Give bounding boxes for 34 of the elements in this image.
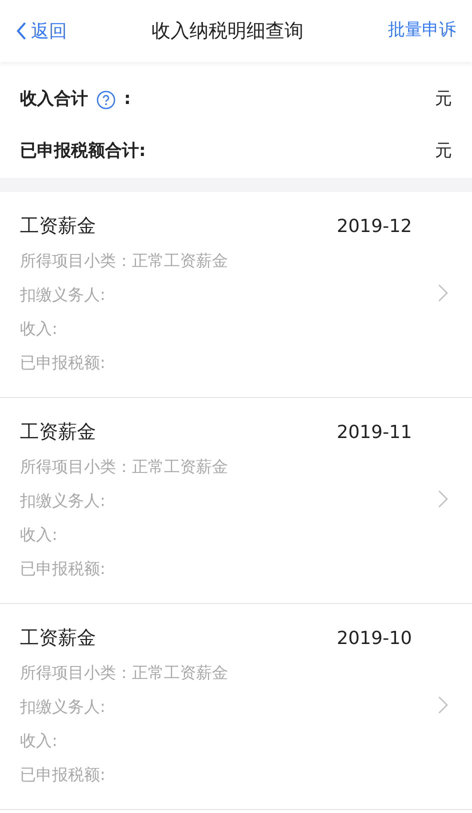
summary-label: 已申报税额合计:	[20, 140, 146, 164]
record-field: 扣缴义务人:	[20, 278, 106, 312]
chevron-right-icon	[438, 490, 448, 508]
record-date: 2019-11	[336, 420, 412, 444]
record-field: 已申报税额:	[20, 758, 106, 792]
currency-unit: 元	[435, 88, 452, 112]
chevron-right-icon	[438, 284, 448, 302]
colon: :	[124, 88, 131, 112]
help-icon[interactable]	[96, 90, 116, 110]
summary-label: 收入合计	[20, 88, 88, 112]
record-field: 扣缴义务人:	[20, 690, 106, 724]
record-field: 收入:	[20, 518, 58, 552]
record-field: 所得项目小类：正常工资薪金	[20, 450, 228, 484]
currency-unit: 元	[435, 140, 452, 164]
record-title: 工资薪金	[20, 420, 96, 445]
record-field: 所得项目小类：正常工资薪金	[20, 656, 228, 690]
batch-appeal-button[interactable]: 批量申诉	[388, 18, 456, 44]
record-field: 扣缴义务人:	[20, 484, 106, 518]
page-title: 收入纳税明细查询	[150, 18, 304, 44]
back-icon	[16, 21, 27, 41]
record-field: 收入:	[20, 312, 58, 346]
record-title: 工资薪金	[20, 626, 96, 651]
record-date: 2019-10	[336, 626, 412, 650]
income-record[interactable]: 工资薪金 2019-10 所得项目小类：正常工资薪金 扣缴义务人: 收入: 已申报税额:	[0, 604, 472, 810]
record-field: 所得项目小类：正常工资薪金	[20, 244, 228, 278]
income-record[interactable]: 工资薪金 2019-12 所得项目小类：正常工资薪金 扣缴义务人: 收入: 已申报税额:	[0, 192, 472, 398]
record-title: 工资薪金	[20, 214, 96, 239]
back-button[interactable]: 返回	[16, 18, 67, 44]
record-field: 已申报税额:	[20, 552, 106, 586]
chevron-right-icon	[438, 696, 448, 714]
record-field: 已申报税额:	[20, 346, 106, 380]
record-field: 收入:	[20, 724, 58, 758]
income-record[interactable]: 工资薪金 2019-11 所得项目小类：正常工资薪金 扣缴义务人: 收入: 已申报税额:	[0, 398, 472, 604]
record-date: 2019-12	[336, 214, 412, 238]
